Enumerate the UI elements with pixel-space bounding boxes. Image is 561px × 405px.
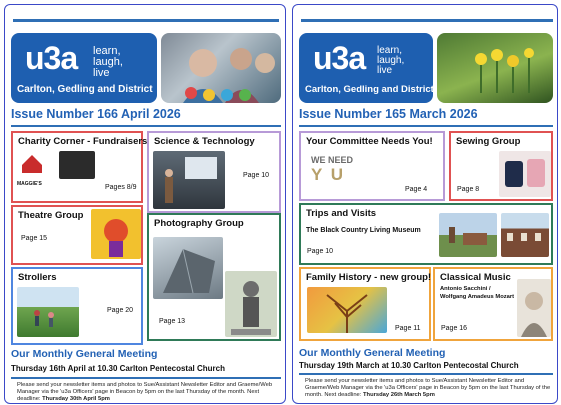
tile-page: Page 16 (441, 325, 468, 332)
tile-page: Page 15 (21, 235, 48, 242)
statue-photo (225, 271, 277, 337)
tile-page: Page 8 (457, 186, 480, 193)
tile-classical-music[interactable]: Classical Music Antonio Sacchini / Wolfg… (433, 267, 553, 341)
tile-page: Page 10 (243, 172, 270, 179)
hero-photo (437, 33, 553, 103)
tile-title: Sewing Group (456, 136, 521, 147)
footer-divider (11, 377, 281, 379)
tile-subtitle-1: Antonio Sacchini / (440, 286, 491, 292)
submission-note: Please send your newsletter items and ph… (17, 382, 273, 402)
tile-page: Page 11 (395, 325, 421, 332)
hero-photo (161, 33, 281, 103)
issue-divider (299, 125, 553, 127)
tile-page: Page 4 (405, 186, 428, 193)
logo-subtitle: Carlton, Gedling and District (17, 84, 153, 95)
logo-mark: u3a (25, 40, 78, 76)
maggies-logo-text: MAGGIE'S (17, 181, 42, 187)
meeting-details: Thursday 19th March at 10.30 Carlton Pen… (299, 361, 519, 370)
tile-page: Page 20 (107, 307, 134, 314)
tile-title: Classical Music (440, 272, 511, 283)
newsletter-issue-165[interactable]: u3a learn, laugh, live Carlton, Gedling … (292, 4, 558, 404)
walkers-photo (17, 287, 79, 337)
tile-subtitle: The Black Country Living Museum (306, 227, 421, 234)
presentation-photo (153, 151, 225, 209)
issue-title: Issue Number 165 March 2026 (299, 107, 478, 121)
building-photo (153, 237, 223, 299)
meeting-title: Our Monthly General Meeting (11, 348, 158, 360)
museum-photo-1 (439, 213, 497, 257)
tile-science-technology[interactable]: Science & Technology Page 10 (147, 131, 281, 213)
tile-page: Pages 8/9 (105, 184, 137, 191)
tile-subtitle-2: Wolfgang Amadeus Mozart (440, 294, 515, 300)
tile-title: Your Committee Needs You! (306, 136, 433, 147)
issue-title: Issue Number 166 April 2026 (11, 107, 181, 121)
tile-title: Science & Technology (154, 136, 255, 147)
tile-title: Trips and Visits (306, 208, 377, 219)
museum-photo-2 (501, 213, 549, 257)
tile-strollers[interactable]: Strollers Page 20 (11, 267, 143, 345)
u3a-logo: u3a learn, laugh, live Carlton, Gedling … (11, 33, 157, 103)
tile-committee[interactable]: Your Committee Needs You! WE NEED Y U Pa… (299, 131, 445, 201)
sewing-photo (499, 151, 551, 197)
tile-theatre-group[interactable]: Theatre Group Page 15 (11, 205, 143, 265)
tile-title: Strollers (18, 272, 57, 283)
tile-photography-group[interactable]: Photography Group Page 13 (147, 213, 281, 341)
tile-sewing-group[interactable]: Sewing Group Page 8 (449, 131, 553, 201)
footer-divider (299, 373, 553, 375)
logo-tagline: learn, laugh, live (93, 45, 123, 79)
tile-charity-corner[interactable]: Charity Corner - Fundraisers MAGGIE'S Pa… (11, 131, 147, 203)
top-divider (301, 19, 553, 22)
maggies-icon (19, 153, 45, 173)
deadline: Thursday 30th April 5pm (42, 396, 110, 402)
device-photo (59, 151, 95, 179)
u3a-logo: u3a learn, laugh, live Carlton, Gedling … (299, 33, 434, 103)
deadline: Thursday 26th March 5pm (363, 392, 435, 398)
tile-title: Charity Corner - Fundraisers (18, 136, 148, 147)
tile-page: Page 13 (159, 318, 186, 325)
issue-divider (11, 125, 281, 127)
logo-tagline: learn, laugh, live (377, 45, 405, 76)
submission-note: Please send your newsletter items and ph… (305, 378, 551, 398)
theatre-poster (91, 209, 141, 259)
family-tree-graphic (307, 287, 387, 333)
composer-portrait (517, 279, 551, 337)
tile-trips-visits[interactable]: Trips and Visits The Black Country Livin… (299, 203, 553, 265)
tile-title: Theatre Group (18, 210, 84, 221)
meeting-details: Thursday 16th April at 10.30 Carlton Pen… (11, 364, 225, 373)
newsletter-issue-166[interactable]: u3a learn, laugh, live Carlton, Gedling … (4, 4, 286, 404)
logo-subtitle: Carlton, Gedling and District (305, 84, 434, 95)
we-need-you-graphic: WE NEED Y U (311, 155, 354, 184)
tile-page: Page 10 (307, 248, 334, 255)
top-divider (13, 19, 279, 22)
tile-title: Family History - new group! (306, 272, 432, 283)
tile-family-history[interactable]: Family History - new group! Page 11 (299, 267, 431, 341)
meeting-title: Our Monthly General Meeting (299, 347, 446, 359)
tile-title: Photography Group (154, 218, 244, 229)
logo-mark: u3a (313, 40, 366, 76)
